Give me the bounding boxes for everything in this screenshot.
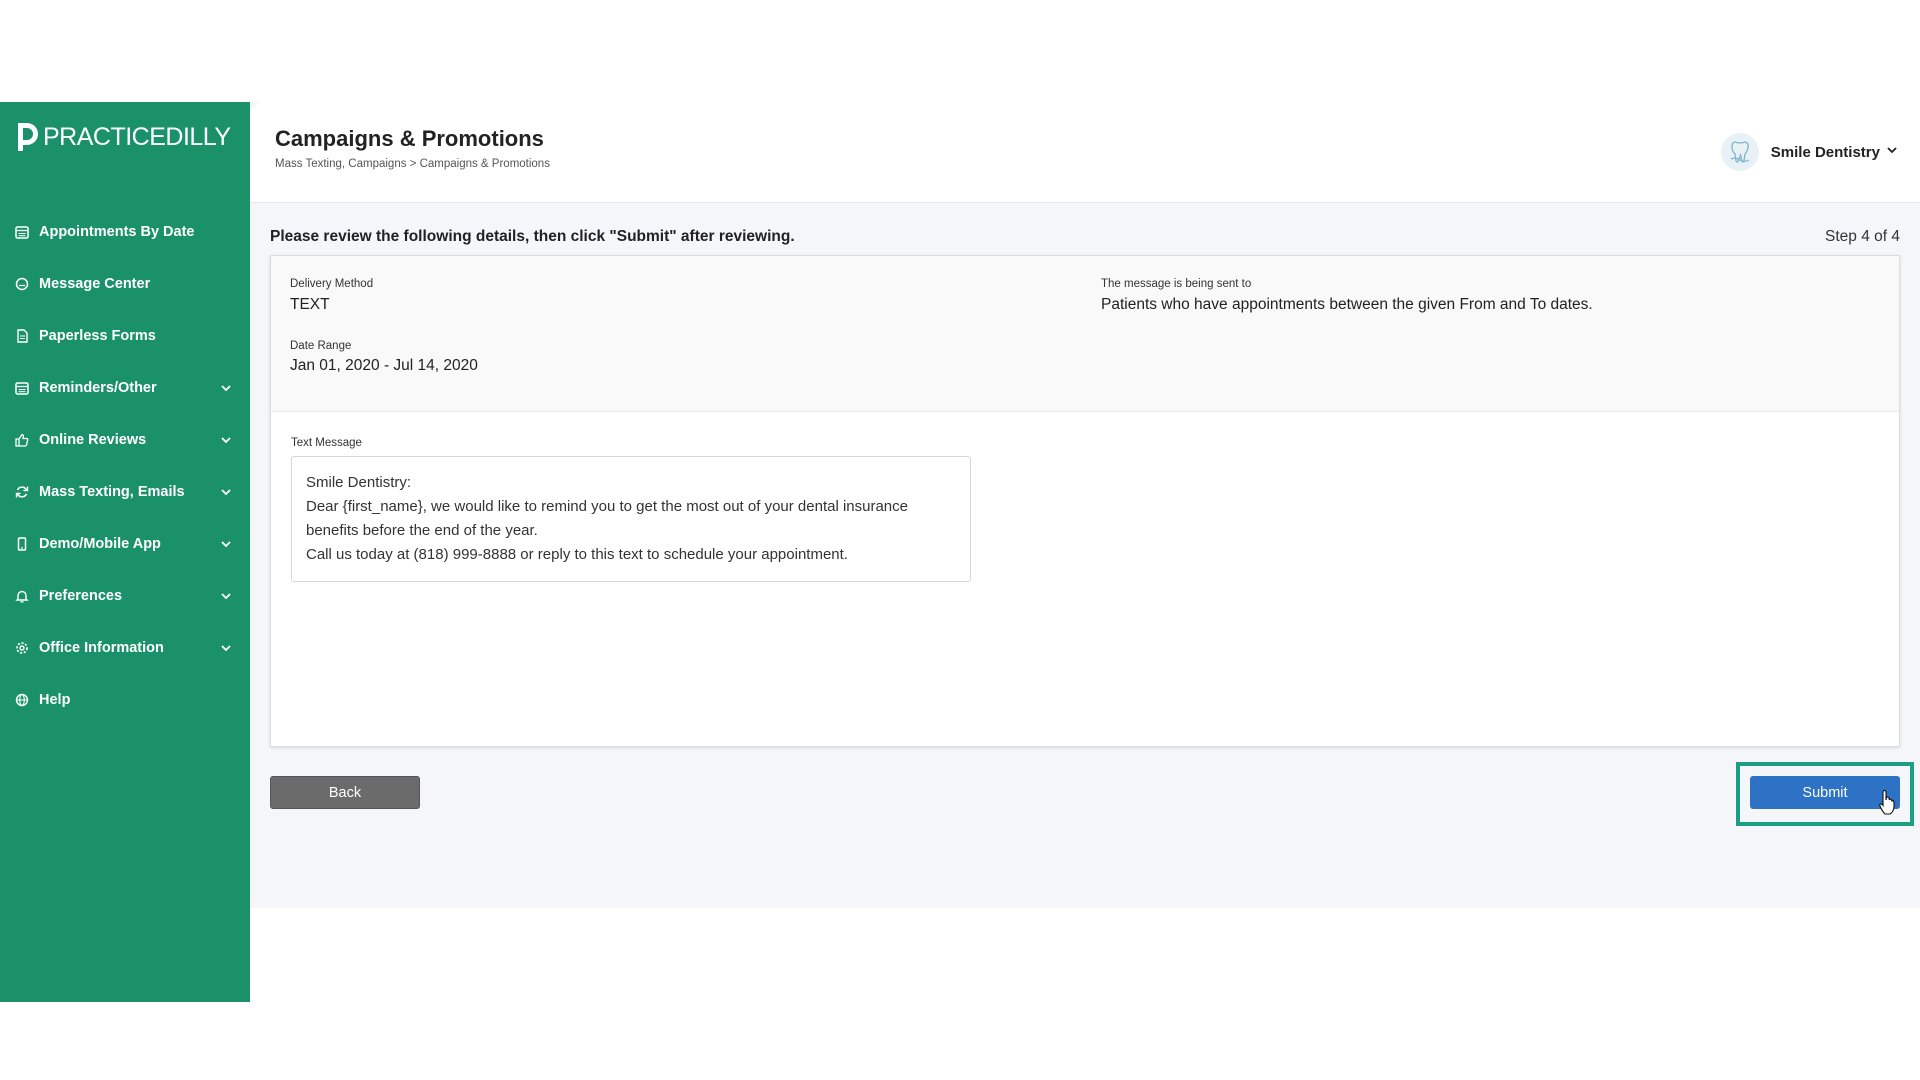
sidebar-nav: Appointments By Date Message Center Pape… (0, 206, 250, 726)
sidebar-item-reminders-other[interactable]: Reminders/Other (0, 362, 250, 414)
sidebar-item-label: Demo/Mobile App (39, 536, 161, 552)
tooth-icon (1730, 141, 1750, 163)
sidebar: PRACTICEDILLY Appointments By Date Messa… (0, 102, 250, 1002)
text-message-label: Text Message (291, 437, 362, 449)
avatar (1720, 133, 1759, 171)
sidebar-item-label: Mass Texting, Emails (39, 484, 185, 500)
recipients-value: Patients who have appointments between t… (1101, 296, 1593, 313)
date-range-value: Jan 01, 2020 - Jul 14, 2020 (290, 357, 478, 374)
delivery-method-label: Delivery Method (290, 278, 374, 290)
calendar-icon (14, 380, 30, 396)
sidebar-item-label: Office Information (39, 640, 164, 656)
thumbs-up-icon (14, 432, 30, 448)
step-indicator: Step 4 of 4 (1825, 228, 1900, 245)
calendar-icon (14, 224, 30, 240)
refresh-icon (14, 484, 30, 500)
main-content: Campaigns & Promotions Mass Texting, Cam… (250, 102, 1920, 908)
sidebar-item-label: Reminders/Other (39, 380, 157, 396)
sidebar-item-label: Preferences (39, 588, 123, 604)
gear-icon (14, 640, 30, 656)
date-range-label: Date Range (290, 340, 352, 352)
review-instruction: Please review the following details, the… (270, 228, 795, 245)
sidebar-item-message-center[interactable]: Message Center (0, 258, 250, 310)
logo-text: PRACTICEDILLY (43, 122, 231, 151)
back-button[interactable]: Back (270, 776, 420, 809)
bell-icon (14, 588, 30, 604)
delivery-method-value: TEXT (290, 296, 330, 313)
review-summary: Delivery Method TEXT Date Range Jan 01, … (271, 256, 1899, 412)
review-card: Delivery Method TEXT Date Range Jan 01, … (270, 255, 1900, 747)
sidebar-item-label: Paperless Forms (39, 328, 156, 344)
document-icon (14, 328, 30, 344)
sidebar-item-label: Help (39, 692, 71, 708)
chevron-down-icon[interactable] (220, 641, 232, 653)
practicedilly-logo[interactable]: PRACTICEDILLY (14, 120, 231, 154)
sidebar-item-help[interactable]: Help (0, 674, 250, 726)
message-line: Smile Dentistry: (306, 474, 412, 491)
mobile-icon (14, 536, 30, 552)
message-line: Call us today at (818) 999-8888 or reply… (306, 546, 848, 563)
chevron-down-icon[interactable] (220, 433, 232, 445)
chat-icon (14, 276, 30, 292)
sidebar-item-paperless-forms[interactable]: Paperless Forms (0, 310, 250, 362)
sidebar-item-label: Appointments By Date (39, 224, 195, 240)
text-message-box: Smile Dentistry: Dear {first_name}, we w… (291, 456, 971, 582)
sidebar-item-mass-texting-emails[interactable]: Mass Texting, Emails (0, 466, 250, 518)
page-title: Campaigns & Promotions (275, 126, 544, 151)
sidebar-item-appointments-by-date[interactable]: Appointments By Date (0, 206, 250, 258)
user-menu[interactable]: Smile Dentistry (1720, 133, 1898, 171)
chevron-down-icon[interactable] (220, 485, 232, 497)
chevron-down-icon (1886, 143, 1898, 161)
breadcrumb: Mass Texting, Campaigns > Campaigns & Pr… (275, 158, 550, 170)
sidebar-item-office-information[interactable]: Office Information (0, 622, 250, 674)
sidebar-item-label: Message Center (39, 276, 151, 292)
sidebar-item-online-reviews[interactable]: Online Reviews (0, 414, 250, 466)
hand-cursor-icon (1878, 789, 1896, 816)
chevron-down-icon[interactable] (220, 589, 232, 601)
chevron-down-icon[interactable] (220, 537, 232, 549)
sidebar-item-demo-mobile-app[interactable]: Demo/Mobile App (0, 518, 250, 570)
user-name: Smile Dentistry (1770, 143, 1880, 161)
message-line: benefits before the end of the year. (306, 522, 538, 539)
chevron-down-icon[interactable] (220, 381, 232, 393)
recipients-label: The message is being sent to (1101, 278, 1252, 290)
message-line: Dear {first_name}, we would like to remi… (306, 498, 908, 515)
globe-icon (14, 692, 30, 708)
page-header: Campaigns & Promotions Mass Texting, Cam… (250, 102, 1920, 203)
sidebar-item-preferences[interactable]: Preferences (0, 570, 250, 622)
sidebar-item-label: Online Reviews (39, 432, 147, 448)
logo-icon (14, 120, 42, 154)
